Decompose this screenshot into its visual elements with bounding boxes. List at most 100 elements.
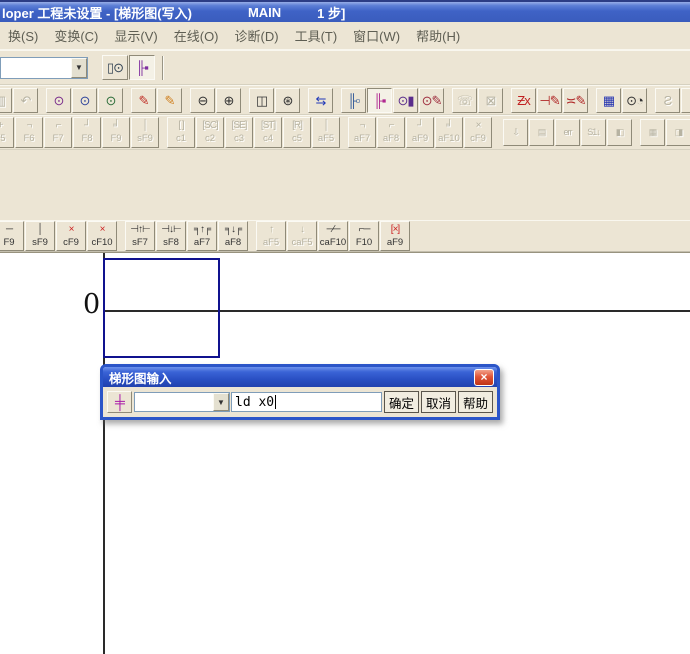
fkey-af8-pulse-fall-close[interactable]: ╕↓╒ aF8 (218, 221, 248, 251)
fkey-label: caF5 (291, 238, 312, 248)
ladder-edit-area[interactable]: 0 梯形图输入 × ╪ ▼ ld x0 确定 取消 帮助 (0, 252, 690, 654)
chevron-down-icon[interactable]: ▼ (213, 393, 229, 411)
fkey-label: aF10 (438, 134, 460, 144)
fkey-sf9-vline[interactable]: │ sF9 (25, 221, 55, 251)
fkey-af8: ⌐ aF8 (377, 117, 405, 148)
instruction-input[interactable]: ld x0 (231, 392, 382, 412)
text-caret (275, 395, 276, 409)
fkey-c1: [ ] c1 (167, 117, 195, 148)
find-replace-button[interactable]: ⊙ (72, 88, 97, 113)
fkey-f9-hline[interactable]: ─ F9 (0, 221, 24, 251)
toolbar-icon: ◧ (616, 128, 624, 137)
find-device-button[interactable]: ⊙ (46, 88, 71, 113)
fkey-af9-delete-rung[interactable]: [×] aF9 (380, 221, 410, 251)
toolbar-find-monitor-buttons: ▥ ↶ ⊙ ⊙ ⊙ ✎ ✎ ⊖ ⊕ ◫ ⊛ ⇆ (0, 88, 690, 113)
toolbar-icon: ⊙ (106, 94, 116, 107)
sfc-block-info-button: ◨ (666, 119, 690, 146)
clipboard-button: ▥ (0, 88, 12, 113)
write-mode-button[interactable]: ✎ (131, 88, 156, 113)
zoom-in-button[interactable]: ⊕ (216, 88, 241, 113)
fkey-c2: [SC] c2 (196, 117, 224, 148)
toolbar-icon: ▤ (538, 128, 546, 137)
fkey-label: aF7 (194, 238, 210, 248)
fkey-label: F9 (3, 238, 14, 248)
window-arrange-button[interactable]: ◫ (249, 88, 274, 113)
toolbar-icon: ⊙◔ (626, 94, 643, 107)
menu-online[interactable]: 在线(O) (166, 26, 227, 45)
program-select-combo[interactable]: ▼ (0, 57, 88, 79)
toolbar-icon: ⊙▮ (397, 94, 413, 107)
fkey-af7-pulse-rise-close[interactable]: ╕↑╒ aF7 (187, 221, 217, 251)
insert-write-mode-button[interactable]: ✎ (157, 88, 182, 113)
device-test-button[interactable]: Ƶx (511, 88, 536, 113)
toolbar-icon: ▦ (603, 94, 614, 107)
menu-diagnostics[interactable]: 诊断(D) (227, 26, 287, 45)
ladder-fkey-buttons: ─ F9 │ sF9 × cF9 × cF10 ⊣↑⊢ sF7 ⊣↓⊢ sF8 … (0, 221, 411, 251)
dialog-body: ╪ ▼ ld x0 确定 取消 帮助 (103, 387, 497, 417)
fkey-sf7-pulse-rise[interactable]: ⊣↑⊢ sF7 (125, 221, 155, 251)
edit-cursor-cell[interactable] (103, 258, 220, 358)
toolbar-icon: Ƨ (664, 94, 672, 107)
circuit-monitor-button[interactable]: ⊛ (275, 88, 300, 113)
find-device-use-button[interactable]: ⊙✎ (419, 88, 444, 113)
sfc-block-split-button: ◧ (607, 119, 632, 146)
fkey-label: F10 (356, 238, 372, 248)
title-bar: loper 工程未设置 - [梯形图(写入) MAIN 1 步] (0, 0, 690, 22)
fkey-f6: ¬ F6 (15, 117, 43, 148)
fkey-label: c5 (292, 134, 302, 144)
ladder-tree-active-button[interactable]: ╟▪ (367, 88, 392, 113)
fkey-label: sF9 (32, 238, 48, 248)
fkey-cf10-delete-vline[interactable]: × cF10 (87, 221, 117, 251)
toolbar-icon: ⊖ (198, 94, 208, 107)
fkey-af5: │ aF5 (312, 117, 340, 148)
fkey-label: aF9 (412, 134, 428, 144)
ladder-input-dialog: 梯形图输入 × ╪ ▼ ld x0 确定 取消 帮助 (100, 364, 500, 420)
fkey-label: sF7 (132, 238, 148, 248)
buffer-memory-monitor-button[interactable]: ▦ (596, 88, 621, 113)
fkey-label: c2 (205, 134, 215, 144)
toolbar-dock-area (0, 150, 690, 220)
toolbar-icon: ╟▪ (374, 94, 386, 107)
project-data-list-button[interactable]: ╟▪ (129, 55, 155, 80)
fkey-f10-line-edit[interactable]: ⌐─ F10 (349, 221, 379, 251)
menu-search[interactable]: 换(S) (0, 26, 46, 45)
entry-data-monitor-button[interactable]: ≍✎ (563, 88, 588, 113)
help-button[interactable]: 帮助 (458, 391, 493, 413)
fkey-label: F5 (0, 134, 6, 144)
ladder-tree-button[interactable]: ╟▫ (341, 88, 366, 113)
fkey-caf10-invert[interactable]: ─∕─ caF10 (318, 221, 348, 251)
find-contact-coil-button[interactable]: ⊙▮ (393, 88, 418, 113)
symbol-select-combo[interactable]: ▼ (134, 392, 230, 412)
step-execution-button: Ƨ (655, 88, 680, 113)
zoom-out-button[interactable]: ⊖ (190, 88, 215, 113)
fkey-label: aF9 (387, 238, 403, 248)
menu-help[interactable]: 帮助(H) (408, 26, 468, 45)
fkey-cf9-delete-line[interactable]: × cF9 (56, 221, 86, 251)
fkey-c3: [SE] c3 (225, 117, 253, 148)
monitor-condition-button[interactable]: ⊙◔ (622, 88, 647, 113)
toolbar-icon: ▦ (649, 128, 657, 137)
menu-window[interactable]: 窗口(W) (345, 26, 408, 45)
close-icon[interactable]: × (474, 369, 494, 386)
menu-view[interactable]: 显示(V) (106, 26, 165, 45)
contact-symbol-button[interactable]: ╪ (107, 391, 132, 413)
chevron-down-icon[interactable]: ▼ (71, 58, 87, 78)
fkey-sf8-pulse-fall[interactable]: ⊣↓⊢ sF8 (156, 221, 186, 251)
device-batch-monitor-button[interactable]: ⊣✎ (537, 88, 562, 113)
sfc-exec-buttons: ⇩ ▤ err S1↓ ◧ ▦ ◨ (503, 119, 690, 146)
fkey-label: F9 (110, 134, 121, 144)
title-text: loper 工程未设置 - [梯形图(写入) (2, 3, 192, 22)
pc-read-write-button[interactable]: ⇆ (308, 88, 333, 113)
menu-tools[interactable]: 工具(T) (287, 26, 346, 45)
toolbar-icon: ⇩ (512, 128, 519, 137)
ok-button[interactable]: 确定 (384, 391, 419, 413)
fkey-label: cF9 (63, 238, 79, 248)
fkey-label: aF8 (383, 134, 399, 144)
find-string-button[interactable]: ⊙ (98, 88, 123, 113)
comment-show-button[interactable]: ▯⊙ (102, 55, 128, 80)
menu-convert[interactable]: 变换(C) (46, 26, 106, 45)
cancel-button[interactable]: 取消 (421, 391, 456, 413)
fkey-label: aF5 (263, 238, 279, 248)
toolbar-icon: Ƶx (517, 94, 529, 107)
dialog-title-bar[interactable]: 梯形图输入 × (103, 367, 497, 387)
